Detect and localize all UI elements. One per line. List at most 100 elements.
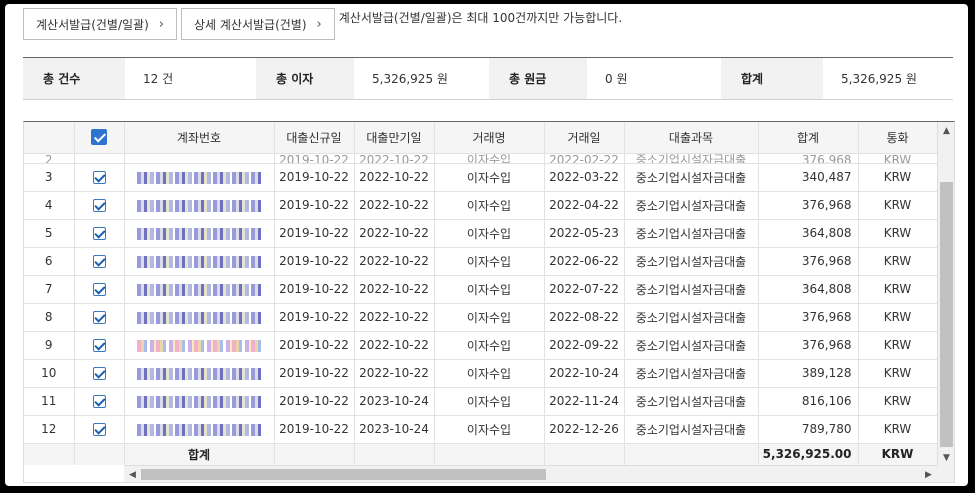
row-checkbox-cell[interactable] [74, 191, 125, 220]
masked-account-image [137, 311, 261, 324]
row-checkbox[interactable] [92, 255, 106, 268]
row-loan-subject: 중소기업시설자금대출 [624, 163, 759, 192]
window: 계산서발급(건별/일괄) › 상세 계산서발급(건별) › 계산서발급(건별/일… [5, 4, 968, 486]
row-checkbox-cell[interactable] [74, 415, 125, 444]
scroll-down-icon[interactable]: ▼ [938, 449, 954, 466]
row-no: 11 [24, 387, 75, 416]
row-loan-subject: 중소기업시설자금대출 [624, 387, 759, 416]
col-header-amount[interactable]: 합계 [758, 122, 859, 154]
row-no: 8 [24, 303, 75, 332]
footer-total: 5,326,925.00 [758, 443, 859, 466]
col-header-currency[interactable]: 통화 [858, 122, 937, 154]
table-row[interactable]: 3 2019-10-22 2022-10-22 이자수입 2022-03-22 중소기업시… [24, 163, 937, 192]
table-row-partial[interactable]: 2 2019-10-22 2022-10-22 이자수입 2022-02-22 … [24, 153, 937, 164]
row-maturity-date: 2022-10-22 [354, 191, 435, 220]
bulk-invoice-button[interactable]: 계산서발급(건별/일괄) › [23, 8, 177, 40]
col-header-account[interactable]: 계좌번호 [124, 122, 275, 154]
row-checkbox-cell[interactable] [74, 303, 125, 332]
vertical-scroll-thumb[interactable] [940, 182, 953, 447]
row-transaction-date: 2022-11-24 [544, 387, 625, 416]
row-checkbox[interactable] [92, 339, 106, 352]
row-maturity-date: 2023-10-24 [354, 415, 435, 444]
row-checkbox-cell[interactable] [74, 331, 125, 360]
row-checkbox-cell[interactable] [74, 247, 125, 276]
row-amount: 789,780 [758, 415, 859, 444]
row-no: 5 [24, 219, 75, 248]
table-row[interactable]: 9 2019-10-22 2022-10-22 이자수입 2022-09-22 중소기업시… [24, 331, 937, 360]
account-number-masked [124, 219, 275, 248]
row-loan-subject: 중소기업시설자금대출 [624, 303, 759, 332]
table-row[interactable]: 8 2019-10-22 2022-10-22 이자수입 2022-08-22 중소기업시… [24, 303, 937, 332]
row-open-date: 2019-10-22 [274, 387, 355, 416]
table-row[interactable]: 11 2019-10-22 2023-10-24 이자수입 2022-11-24 중소기업… [24, 387, 937, 416]
account-number-masked [124, 247, 275, 276]
col-header-select[interactable] [74, 122, 125, 154]
account-number-masked [124, 303, 275, 332]
row-amount: 376,968 [758, 331, 859, 360]
account-number-masked [124, 331, 275, 360]
vertical-scrollbar[interactable]: ▲ ▼ [937, 122, 954, 466]
col-header-transaction-name[interactable]: 거래명 [434, 122, 545, 154]
horizontal-scroll-thumb[interactable] [141, 469, 546, 480]
row-transaction-date: 2022-08-22 [544, 303, 625, 332]
row-open-date: 2019-10-22 [274, 415, 355, 444]
grand-total-label: 합계 [721, 58, 823, 99]
table-row[interactable]: 6 2019-10-22 2022-10-22 이자수입 2022-06-22 중소기업시… [24, 247, 937, 276]
row-currency: KRW [858, 331, 937, 360]
row-transaction-name: 이자수입 [434, 219, 545, 248]
row-open-date: 2019-10-22 [274, 275, 355, 304]
row-checkbox-cell[interactable] [74, 359, 125, 388]
row-checkbox[interactable] [92, 423, 106, 436]
row-transaction-date: 2022-10-24 [544, 359, 625, 388]
row-checkbox[interactable] [92, 227, 106, 240]
scroll-right-icon[interactable]: ▶ [920, 466, 937, 482]
row-checkbox-cell[interactable] [74, 163, 125, 192]
row-maturity-date: 2022-10-22 [354, 153, 435, 164]
row-checkbox[interactable] [92, 367, 106, 380]
row-transaction-date: 2022-04-22 [544, 191, 625, 220]
row-checkbox-cell[interactable] [74, 153, 125, 164]
scroll-left-icon[interactable]: ◀ [124, 466, 141, 482]
row-open-date: 2019-10-22 [274, 219, 355, 248]
account-number-masked [124, 153, 275, 164]
row-transaction-date: 2022-07-22 [544, 275, 625, 304]
table-row[interactable]: 5 2019-10-22 2022-10-22 이자수입 2022-05-23 중소기업시… [24, 219, 937, 248]
col-header-open-date[interactable]: 대출신규일 [274, 122, 355, 154]
row-checkbox-cell[interactable] [74, 219, 125, 248]
table-row[interactable]: 4 2019-10-22 2022-10-22 이자수입 2022-04-22 중소기업시… [24, 191, 937, 220]
row-checkbox[interactable] [92, 171, 106, 184]
row-transaction-date: 2022-02-22 [544, 153, 625, 164]
account-number-masked [124, 415, 275, 444]
col-header-maturity-date[interactable]: 대출만기일 [354, 122, 435, 154]
row-loan-subject: 중소기업시설자금대출 [624, 219, 759, 248]
row-checkbox-cell[interactable] [74, 387, 125, 416]
row-checkbox[interactable] [92, 311, 106, 324]
table-row[interactable]: 10 2019-10-22 2022-10-22 이자수입 2022-10-24 중소기업… [24, 359, 937, 388]
row-open-date: 2019-10-22 [274, 247, 355, 276]
detail-invoice-label: 상세 계산서발급(건별) [193, 17, 307, 32]
row-currency: KRW [858, 415, 937, 444]
row-checkbox[interactable] [92, 395, 106, 408]
row-amount: 364,808 [758, 275, 859, 304]
row-open-date: 2019-10-22 [274, 191, 355, 220]
table-row[interactable]: 12 2019-10-22 2023-10-24 이자수입 2022-12-26 중소기업… [24, 415, 937, 444]
horizontal-scrollbar[interactable]: ◀ ▶ [124, 465, 937, 482]
masked-account-image [137, 283, 261, 296]
detail-invoice-button[interactable]: 상세 계산서발급(건별) › [180, 8, 335, 40]
table-row[interactable]: 7 2019-10-22 2022-10-22 이자수입 2022-07-22 중소기업시… [24, 275, 937, 304]
total-principal-label: 총 원금 [489, 58, 587, 99]
col-header-loan-subject[interactable]: 대출과목 [624, 122, 759, 154]
row-checkbox-cell[interactable] [74, 275, 125, 304]
col-header-transaction-date[interactable]: 거래일 [544, 122, 625, 154]
row-transaction-date: 2022-12-26 [544, 415, 625, 444]
notice-text: 계산서발급(건별/일괄)은 최대 100건까지만 가능합니다. [338, 10, 623, 25]
account-number-masked [124, 359, 275, 388]
table-footer-row: 합계 5,326,925.00 KRW [24, 443, 937, 466]
masked-account-image [137, 423, 261, 436]
row-currency: KRW [858, 303, 937, 332]
row-checkbox[interactable] [92, 199, 106, 212]
row-checkbox[interactable] [92, 283, 106, 296]
select-all-checkbox[interactable] [91, 129, 107, 146]
scroll-up-icon[interactable]: ▲ [938, 122, 954, 139]
row-loan-subject: 중소기업시설자금대출 [624, 359, 759, 388]
